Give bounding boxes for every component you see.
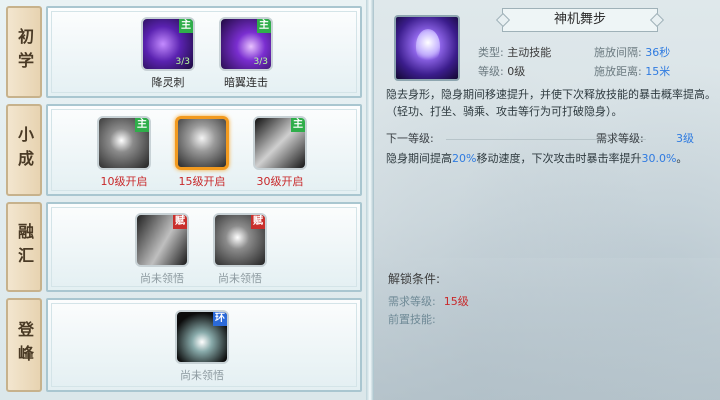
skill-slot-1[interactable]: 主 3/3 降灵刺 — [138, 17, 198, 90]
unlock-level-label: 需求等级: — [388, 295, 436, 308]
next-desc-value: 20% — [452, 152, 477, 165]
next-desc-value: 30.0% — [641, 152, 677, 165]
selected-skill-icon — [394, 15, 460, 81]
skill-slot-8[interactable]: 环 尚未领悟 — [172, 310, 232, 383]
cast-range: 施放距离: 15米 — [594, 63, 670, 79]
tier-label-text: 初学 — [15, 28, 34, 76]
tier-row-4: 登峰 环 尚未领悟 — [4, 296, 362, 394]
tier-body-3: 赋 尚未领悟 赋 尚未领悟 — [46, 202, 362, 292]
next-level-row: 下一等级: 需求等级: 3级 — [386, 130, 712, 146]
skill-count: 3/3 — [175, 57, 190, 67]
type-value: 主动技能 — [507, 46, 552, 59]
tier-label-2: 小成 — [6, 104, 42, 196]
range-label: 施放距离: — [594, 65, 642, 78]
burst-skill-icon[interactable]: 赋 — [213, 213, 267, 267]
next-desc-text: 隐身期间提高 — [386, 152, 452, 165]
tier-row-3: 融汇 赋 尚未领悟 赋 尚未领悟 — [4, 200, 362, 294]
skill-slot-7[interactable]: 赋 尚未领悟 — [210, 213, 270, 286]
skill-name: 暗翼连击 — [224, 76, 268, 89]
tier-body-1: 主 3/3 降灵刺 主 3/3 暗翼连击 — [46, 6, 362, 98]
skill-slot-4-selected[interactable]: 15级开启 — [172, 116, 232, 189]
next-level-description: 隐身期间提高20%移动速度，下次攻击时暴击率提升30.0%。 — [386, 150, 716, 167]
talent-tag: 赋 — [251, 215, 265, 229]
cast-interval: 施放间隔: 36秒 — [594, 44, 670, 60]
skill-status-text: 尚未领悟 — [218, 272, 262, 285]
skill-type: 类型: 主动技能 — [478, 44, 551, 60]
tier-label-text: 融汇 — [15, 223, 34, 271]
interval-label: 施放间隔: — [594, 46, 642, 59]
talent-tag: 赋 — [173, 215, 187, 229]
skill-status-text: 尚未领悟 — [140, 272, 184, 285]
ring-tag: 环 — [213, 312, 227, 326]
panel-divider — [366, 0, 374, 400]
tier-body-2: 主 10级开启 15级开启 主 30级开启 — [46, 104, 362, 196]
blade-skill-icon[interactable]: 主 — [253, 116, 307, 170]
active-tag: 主 — [135, 118, 149, 132]
unlock-level-row: 需求等级: 15级 — [388, 293, 469, 309]
skill-level: 等级: 0级 — [478, 63, 525, 79]
skill-slot-3[interactable]: 主 10级开启 — [94, 116, 154, 189]
tier-label-1: 初学 — [6, 6, 42, 98]
skill-status-text: 尚未领悟 — [180, 369, 224, 382]
tier-label-text: 登峰 — [15, 321, 34, 369]
active-tag: 主 — [291, 118, 305, 132]
next-level-label: 下一等级: — [386, 132, 434, 145]
spear-skill-icon[interactable]: 主 3/3 — [141, 17, 195, 71]
skill-unlock-text: 15级开启 — [178, 175, 226, 188]
next-desc-text: 。 — [676, 152, 688, 165]
skill-unlock-text: 30级开启 — [256, 175, 304, 188]
skill-count: 3/3 — [253, 57, 268, 67]
skill-title: 神机舞步 — [502, 8, 658, 32]
required-level-value: 3级 — [676, 132, 694, 145]
unlock-prereq-label: 前置技能: — [388, 313, 436, 326]
meditation-skill-icon[interactable]: 环 — [175, 310, 229, 364]
type-label: 类型: — [478, 46, 504, 59]
skill-slot-6[interactable]: 赋 尚未领悟 — [132, 213, 192, 286]
phantom-face-skill-icon[interactable] — [175, 116, 229, 170]
level-label: 等级: — [478, 65, 504, 78]
skill-name: 降灵刺 — [151, 76, 185, 89]
level-value: 0级 — [507, 65, 526, 78]
skill-slot-5[interactable]: 主 30级开启 — [250, 116, 310, 189]
skill-unlock-text: 10级开启 — [100, 175, 148, 188]
interval-value: 36秒 — [645, 46, 671, 59]
slash-skill-icon[interactable]: 主 — [97, 116, 151, 170]
unlock-prereq-row: 前置技能: — [388, 311, 436, 327]
unlock-level-value: 15级 — [443, 295, 469, 308]
dark-wing-skill-icon[interactable]: 主 3/3 — [219, 17, 273, 71]
active-tag: 主 — [179, 19, 193, 33]
active-tag: 主 — [257, 19, 271, 33]
unlock-title: 解锁条件: — [388, 272, 441, 286]
skill-slot-2[interactable]: 主 3/3 暗翼连击 — [216, 17, 276, 90]
tier-row-1: 初学 主 3/3 降灵刺 主 3/3 暗翼连击 — [4, 4, 362, 100]
tier-label-4: 登峰 — [6, 298, 42, 392]
tier-label-text: 小成 — [15, 126, 34, 174]
unlock-conditions: 解锁条件: 需求等级: 15级 前置技能: — [374, 258, 720, 400]
range-value: 15米 — [645, 65, 671, 78]
skill-description: 隐去身形，隐身期间移速提升，并使下次释放技能的暴击概率提高。（轻功、打坐、骑乘、… — [386, 88, 716, 118]
skill-tree-panel: 初学 主 3/3 降灵刺 主 3/3 暗翼连击 小成 主 10级开启 15级开启… — [0, 0, 368, 400]
twin-blade-skill-icon[interactable]: 赋 — [135, 213, 189, 267]
tier-body-4: 环 尚未领悟 — [46, 298, 362, 392]
required-level-label: 需求等级: — [596, 132, 644, 145]
next-desc-text: 移动速度，下次攻击时暴击率提升 — [476, 152, 642, 165]
tier-label-3: 融汇 — [6, 202, 42, 292]
tier-row-2: 小成 主 10级开启 15级开启 主 30级开启 — [4, 102, 362, 198]
